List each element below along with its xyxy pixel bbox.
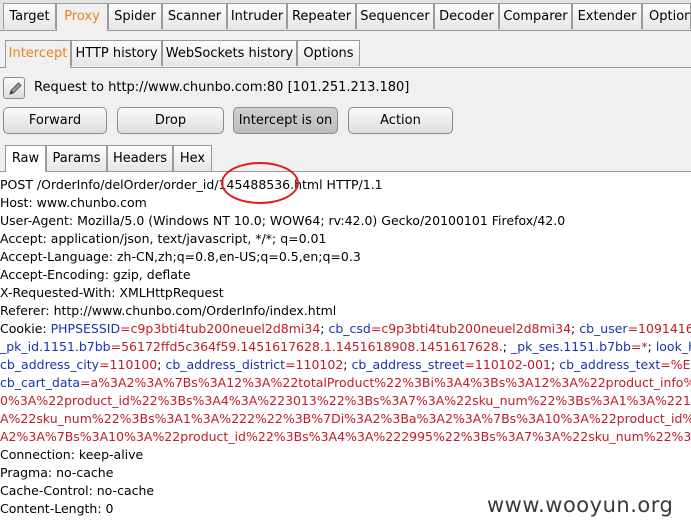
forward-button[interactable]: Forward xyxy=(3,107,107,134)
tab-http-history[interactable]: HTTP history xyxy=(71,40,162,66)
action-button[interactable]: Action xyxy=(348,107,453,134)
request-text: X-Requested-With: XMLHttpRequest xyxy=(0,285,224,300)
request-line: Content-Length: 0 xyxy=(0,501,113,519)
request-line: Referer: http://www.chunbo.com/OrderInfo… xyxy=(0,303,336,321)
request-text: Content-Length: 0 xyxy=(0,501,114,516)
cookie-value: =110102 xyxy=(285,357,344,372)
tab-intercept[interactable]: Intercept xyxy=(5,40,71,68)
cookie-name: look_history xyxy=(655,339,691,354)
request-line: cb_cart_data=a%3A2%3A%7Bs%3A12%3A%22tota… xyxy=(0,375,691,393)
request-text: ; xyxy=(502,339,511,354)
tab-target[interactable]: Target xyxy=(3,3,56,29)
message-view-tabs: Raw Params Headers Hex xyxy=(0,144,691,172)
request-line: Pragma: no-cache xyxy=(0,465,113,483)
request-text: ; xyxy=(551,357,560,372)
tab-hex[interactable]: Hex xyxy=(173,145,212,171)
watermark-text: www.wooyun.org xyxy=(487,493,674,517)
request-text: ; xyxy=(647,339,656,354)
tab-proxy-options[interactable]: Options xyxy=(297,40,360,66)
cookie-name: cb_address_district xyxy=(165,357,286,372)
request-info-row: Request to http://www.chunbo.com:80 [101… xyxy=(3,77,688,101)
tab-comparer[interactable]: Comparer xyxy=(499,3,572,29)
tab-intruder[interactable]: Intruder xyxy=(227,3,287,29)
tab-params[interactable]: Params xyxy=(46,145,107,171)
request-line: Accept-Encoding: gzip, deflate xyxy=(0,267,191,285)
request-text: Connection: keep-alive xyxy=(0,447,144,462)
request-text: Accept: application/json, text/javascrip… xyxy=(0,231,327,246)
tab-extender[interactable]: Extender xyxy=(572,3,642,29)
raw-request-editor[interactable]: POST /OrderInfo/delOrder/order_id/145488… xyxy=(0,172,691,532)
highlight-annotation xyxy=(221,162,299,204)
request-line: X-Requested-With: XMLHttpRequest xyxy=(0,285,224,303)
request-text: User-Agent: Mozilla/5.0 (Windows NT 10.0… xyxy=(0,213,566,228)
cookie-name: cb_csd xyxy=(328,321,371,336)
tab-proxy[interactable]: Proxy xyxy=(56,3,108,31)
request-line: Host: www.chunbo.com xyxy=(0,195,147,213)
request-line: POST /OrderInfo/delOrder/order_id/145488… xyxy=(0,177,383,195)
tab-raw[interactable]: Raw xyxy=(5,145,46,172)
tab-spider[interactable]: Spider xyxy=(108,3,162,29)
tab-decoder[interactable]: Decoder xyxy=(434,3,499,29)
intercept-toggle-button[interactable]: Intercept is on xyxy=(233,107,338,134)
cookie-name: PHPSESSID xyxy=(50,321,121,336)
tab-options[interactable]: Options xyxy=(642,3,691,29)
tab-headers[interactable]: Headers xyxy=(107,145,173,171)
cookie-value: =56172ffd5c364f59.1451617628.1.145161890… xyxy=(110,339,503,354)
request-line: cb_address_city=110100; cb_address_distr… xyxy=(0,357,691,375)
cookie-value: =c9p3bti4tub200neuel2d8mi34 xyxy=(370,321,572,336)
request-text: Pragma: no-cache xyxy=(0,465,114,480)
cookie-name: cb_address_city xyxy=(0,357,100,372)
cookie-name: cb_user xyxy=(579,321,628,336)
request-line: User-Agent: Mozilla/5.0 (Windows NT 10.0… xyxy=(0,213,565,231)
request-line: Cache-Control: no-cache xyxy=(0,483,154,501)
cookie-value: A2%3A%7Bs%3A10%3A%22product_id%22%3Bs%3A… xyxy=(0,429,691,444)
cookie-value: 0%3A%22product_id%22%3Bs%3A4%3A%223013%2… xyxy=(0,393,691,408)
cookie-name: _pk_id.1151.b7bb xyxy=(0,339,111,354)
request-text: Accept-Encoding: gzip, deflate xyxy=(0,267,191,282)
request-line: 0%3A%22product_id%22%3Bs%3A4%3A%223013%2… xyxy=(0,393,691,411)
request-line: A%22sku_num%22%3Bs%3A1%3A%222%22%3B%7Di%… xyxy=(0,411,691,429)
tab-sequencer[interactable]: Sequencer xyxy=(356,3,434,29)
request-line: A2%3A%7Bs%3A10%3A%22product_id%22%3Bs%3A… xyxy=(0,429,691,447)
pencil-icon xyxy=(9,82,22,95)
cookie-value: A%22sku_num%22%3Bs%3A1%3A%222%22%3B%7Di%… xyxy=(0,411,691,426)
cookie-name: cb_address_text xyxy=(559,357,661,372)
request-line: Cookie: PHPSESSID=c9p3bti4tub200neuel2d8… xyxy=(0,321,691,339)
cookie-name: cb_address_street xyxy=(351,357,465,372)
tab-scanner[interactable]: Scanner xyxy=(162,3,227,29)
cookie-value: =%E5%8C% xyxy=(660,357,691,372)
tab-websockets-history[interactable]: WebSockets history xyxy=(162,40,297,66)
cookie-value: =* xyxy=(630,339,648,354)
request-line: Accept-Language: zh-CN,zh;q=0.8,en-US;q=… xyxy=(0,249,361,267)
main-tab-bar: Target Proxy Spider Scanner Intruder Rep… xyxy=(0,0,691,31)
request-text: Cache-Control: no-cache xyxy=(0,483,155,498)
request-target-text: Request to http://www.chunbo.com:80 [101… xyxy=(34,80,410,95)
request-line: Accept: application/json, text/javascrip… xyxy=(0,231,326,249)
cookie-value: =c9p3bti4tub200neuel2d8mi34 xyxy=(120,321,321,336)
cookie-value: =1091416917% xyxy=(627,321,691,336)
cookie-value: =110100 xyxy=(99,357,158,372)
proxy-tab-bar: Intercept HTTP history WebSockets histor… xyxy=(0,37,691,68)
request-text: Cookie: xyxy=(0,321,51,336)
request-text: POST /OrderInfo/delOrder/order_id/145488… xyxy=(0,177,383,192)
tab-repeater[interactable]: Repeater xyxy=(287,3,356,29)
request-line: Connection: keep-alive xyxy=(0,447,143,465)
cookie-value: =a%3A2%3A%7Bs%3A12%3A%22totalProduct%22%… xyxy=(80,375,691,390)
request-line: _pk_id.1151.b7bb=56172ffd5c364f59.145161… xyxy=(0,339,691,357)
request-text: Accept-Language: zh-CN,zh;q=0.8,en-US;q=… xyxy=(0,249,361,264)
cookie-name: cb_cart_data xyxy=(0,375,81,390)
request-text: Host: www.chunbo.com xyxy=(0,195,147,210)
request-text: ; xyxy=(571,321,580,336)
edit-request-button[interactable] xyxy=(3,77,25,99)
request-text: Referer: http://www.chunbo.com/OrderInfo… xyxy=(0,303,337,318)
cookie-name: _pk_ses.1151.b7bb xyxy=(510,339,631,354)
cookie-value: =110102-001 xyxy=(464,357,552,372)
drop-button[interactable]: Drop xyxy=(117,107,224,134)
